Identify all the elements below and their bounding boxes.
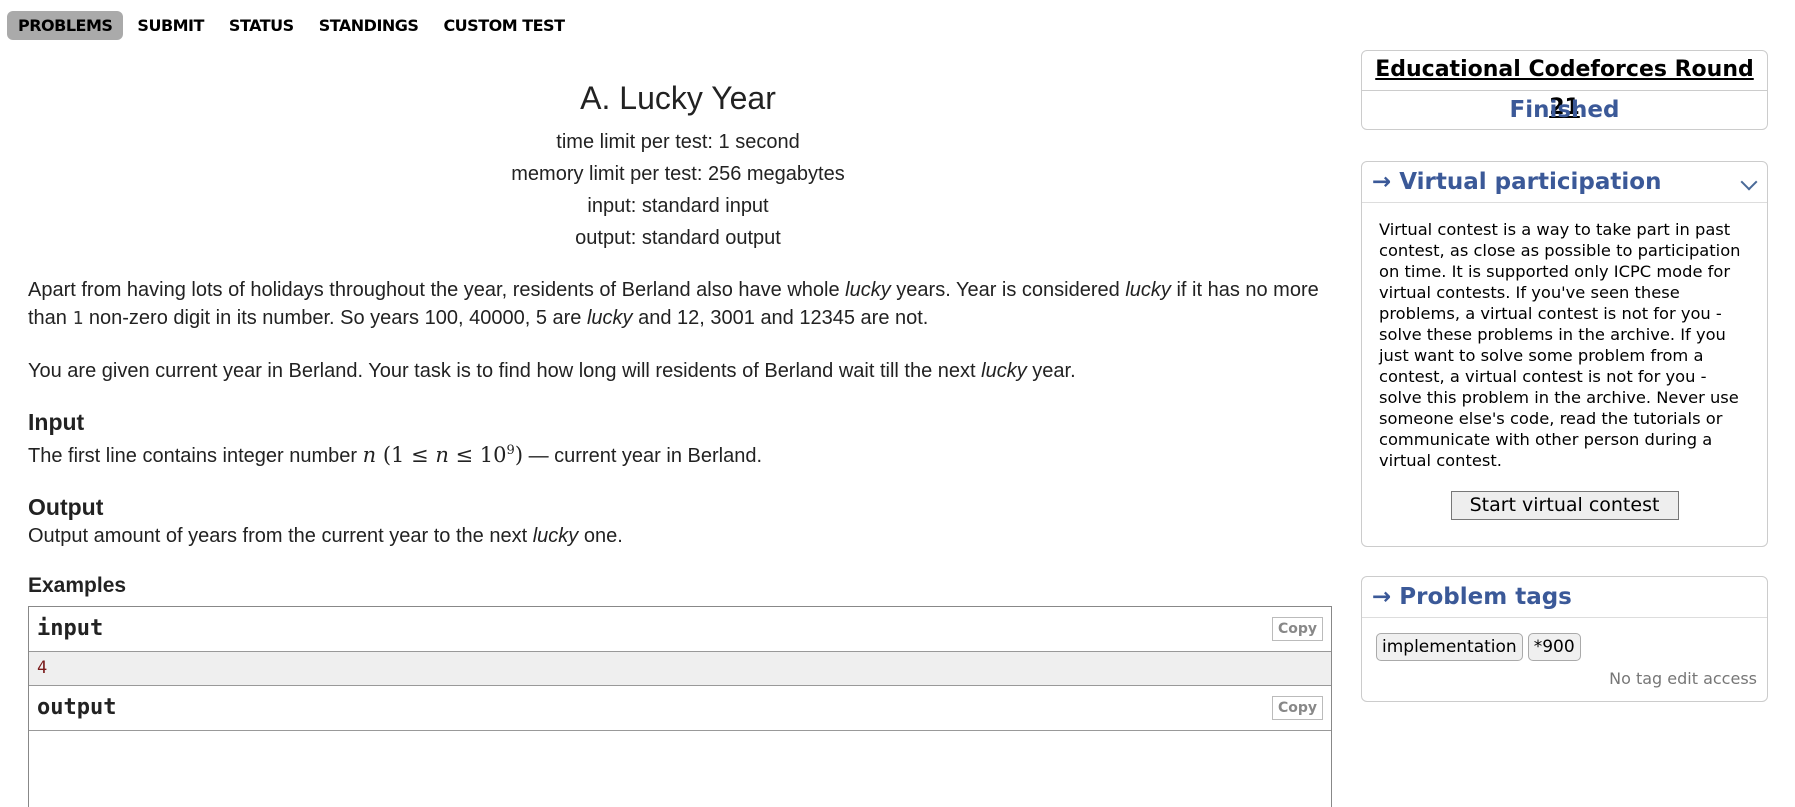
sample-input-label: input [37, 616, 104, 641]
virtual-participation-text: Virtual contest is a way to take part in… [1379, 220, 1741, 470]
input-section-title: Input [28, 409, 85, 435]
problem-tags-box: → Problem tags implementation *900 No ta… [1361, 576, 1768, 702]
problem-limits: time limit per test: 1 second memory lim… [28, 126, 1328, 254]
text-segment: years. Year is considered [890, 279, 1126, 301]
copy-output-button[interactable]: Copy [1271, 696, 1323, 720]
virtual-participation-title: → Virtual participation [1372, 169, 1662, 195]
virtual-participation-box: → Virtual participation Virtual contest … [1361, 161, 1768, 547]
text-segment: year. [1026, 360, 1076, 382]
text-segment: one. [578, 525, 623, 547]
sample-input-value: 4 [29, 652, 1331, 686]
input-file: input: standard input [587, 195, 769, 217]
math-part: (1 ≤ [382, 443, 436, 467]
output-section-text: Output amount of years from the current … [28, 522, 1328, 550]
text-segment: lucky [1125, 279, 1171, 301]
math-var: n [362, 443, 377, 467]
text-segment: lucky [981, 360, 1027, 382]
start-virtual-contest-button[interactable]: Start virtual contest [1450, 491, 1679, 520]
chevron-down-icon[interactable] [1740, 173, 1758, 191]
no-tag-edit-access: No tag edit access [1609, 669, 1757, 688]
top-nav: PROBLEMS SUBMIT STATUS STANDINGS CUSTOM … [7, 11, 578, 40]
input-section-text: The first line contains integer number n… [28, 437, 1328, 470]
tag-list: implementation *900 [1362, 618, 1767, 661]
nav-problems[interactable]: PROBLEMS [7, 11, 124, 40]
contest-box: Educational Codeforces Round 21 Finished [1361, 50, 1768, 130]
virtual-participation-caption: → Virtual participation [1362, 162, 1767, 203]
legend-paragraph-1: Apart from having lots of holidays throu… [28, 276, 1328, 333]
text-segment: Apart from having lots of holidays throu… [28, 279, 846, 301]
tag-implementation[interactable]: implementation [1376, 633, 1523, 661]
problem-title: A. Lucky Year [580, 80, 776, 116]
contest-name-link[interactable]: Educational Codeforces Round 21 [1362, 51, 1767, 120]
text-segment: lucky [845, 279, 891, 301]
text-segment: lucky [532, 525, 579, 547]
text-segment: and 12, 3001 and 12345 are not. [632, 307, 929, 329]
nav-standings[interactable]: STANDINGS [308, 11, 430, 40]
math-var: n [435, 443, 449, 467]
text-segment: The first line contains integer number [28, 445, 363, 467]
contest-status: Finished [1509, 97, 1620, 123]
tag-difficulty[interactable]: *900 [1527, 633, 1581, 661]
sample-input-header: input Copy [29, 607, 1331, 652]
nav-status[interactable]: STATUS [218, 11, 305, 40]
text-segment: non-zero digit in its number. So years 1… [83, 307, 587, 329]
sample-output-label: output [37, 695, 117, 720]
nav-custom-test[interactable]: CUSTOM TEST [432, 11, 575, 40]
time-limit: time limit per test: 1 second [556, 131, 800, 153]
copy-input-button[interactable]: Copy [1271, 617, 1323, 641]
examples-title: Examples [28, 574, 127, 597]
inline-code: 1 [72, 308, 84, 329]
math-exponent: 9 [506, 443, 515, 458]
problem-tags-caption: → Problem tags [1362, 577, 1767, 618]
memory-limit: memory limit per test: 256 megabytes [511, 163, 845, 185]
math-formula: n (1 ≤ n ≤ 109) [363, 443, 523, 467]
sample-test: input Copy 4 output Copy [28, 606, 1332, 807]
legend-paragraph-2: You are given current year in Berland. Y… [28, 357, 1328, 385]
text-segment: Output amount of years from the current … [28, 525, 533, 547]
text-segment: lucky [586, 307, 633, 329]
math-part: ) [514, 443, 524, 467]
output-file: output: standard output [575, 227, 781, 249]
sample-output-header: output Copy [29, 686, 1331, 731]
problem-statement: A. Lucky Year time limit per test: 1 sec… [28, 40, 1328, 600]
output-section-title: Output [28, 494, 104, 520]
nav-submit[interactable]: SUBMIT [126, 11, 215, 40]
text-segment: — current year in Berland. [523, 445, 763, 467]
text-segment: You are given current year in Berland. Y… [28, 360, 982, 382]
math-part: ≤ 10 [448, 443, 507, 467]
